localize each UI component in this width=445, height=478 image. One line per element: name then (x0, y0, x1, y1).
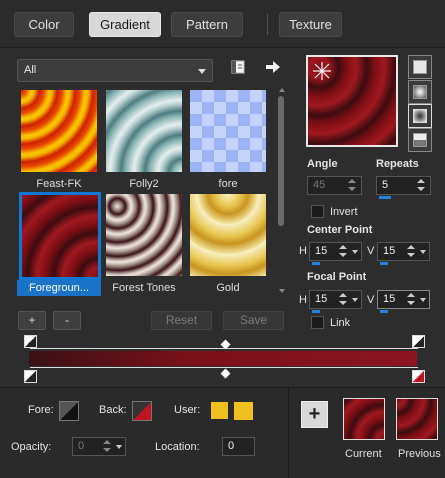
location-label: Location: (155, 441, 200, 453)
focal-h-value: 15 (315, 293, 328, 305)
focal-h-label: H (299, 294, 307, 306)
gallery-scrollbar[interactable] (278, 96, 284, 226)
focal-v-spinbox[interactable]: 15 (377, 290, 430, 313)
tab-pattern[interactable]: Pattern (171, 12, 243, 37)
tab-gradient[interactable]: Gradient (89, 12, 161, 37)
focal-v-value: 15 (383, 293, 396, 305)
gradient-thumb-feast-fk[interactable] (19, 88, 99, 174)
chevron-down-icon[interactable] (352, 250, 358, 254)
previous-swatch[interactable] (396, 398, 438, 440)
tab-texture[interactable]: Texture (279, 12, 342, 37)
center-point-label: Center Point (307, 224, 373, 236)
gradient-bar[interactable] (29, 351, 417, 366)
center-h-label: H (299, 245, 307, 257)
fore-label: Fore: (28, 404, 54, 416)
scroll-up-icon[interactable] (279, 88, 285, 92)
save-button[interactable]: Save (223, 311, 284, 330)
category-dropdown-value: All (24, 64, 37, 76)
invert-label: Invert (330, 206, 358, 218)
gradient-label: Folly2 (129, 178, 159, 190)
link-checkbox[interactable] (311, 316, 324, 329)
link-label: Link (330, 317, 351, 329)
user-swatch-2[interactable] (234, 402, 253, 420)
angle-label: Angle (307, 158, 338, 170)
gradient-label: Gold (216, 282, 240, 294)
linear-style-button[interactable] (408, 55, 432, 79)
chevron-down-icon[interactable] (352, 298, 358, 302)
back-label: Back: (99, 404, 127, 416)
sunburst-style-button[interactable] (408, 128, 432, 152)
tab-separator (267, 14, 268, 35)
remove-stop-button[interactable]: - (53, 311, 81, 330)
tab-bar: Color Gradient Pattern Texture (0, 0, 445, 48)
user-label: User: (174, 404, 201, 416)
gradient-label-selected: Foregroun... (17, 280, 101, 296)
previous-label: Previous (398, 448, 441, 460)
notebook-icon[interactable] (230, 59, 246, 75)
fore-swatch[interactable] (59, 401, 79, 421)
focal-h-spinbox[interactable]: 15 (309, 290, 362, 313)
location-field[interactable]: 0 (222, 437, 255, 456)
center-v-value: 15 (383, 245, 396, 257)
color-track (30, 367, 418, 368)
tab-color[interactable]: Color (14, 12, 74, 37)
opacity-track (30, 348, 418, 349)
angle-spinbox[interactable]: 45 (307, 176, 362, 195)
chevron-down-icon[interactable] (116, 445, 122, 449)
gradient-thumb-foreground[interactable] (19, 192, 101, 280)
repeats-label: Repeats (376, 158, 419, 170)
panel-separator (288, 388, 289, 478)
center-h-spinbox[interactable]: 15 (309, 242, 362, 265)
center-h-value: 15 (315, 245, 328, 257)
gradient-thumb-folly2[interactable] (104, 88, 184, 174)
gradient-label: fore (218, 178, 238, 190)
gradient-label: Feast-FK (36, 178, 82, 190)
color-stop-right[interactable] (412, 370, 425, 383)
chevron-down-icon (198, 69, 206, 74)
invert-checkbox[interactable] (311, 205, 324, 218)
opacity-stop-right[interactable] (412, 335, 425, 348)
chevron-down-icon[interactable] (420, 250, 426, 254)
gradient-thumb-forest-tones[interactable] (104, 192, 184, 278)
gradient-thumb-fore[interactable] (188, 88, 268, 174)
add-stop-button[interactable]: + (18, 311, 46, 330)
reset-button[interactable]: Reset (151, 311, 212, 330)
center-v-spinbox[interactable]: 15 (377, 242, 430, 265)
color-midpoint[interactable] (220, 368, 231, 379)
opacity-stop-left[interactable] (24, 335, 37, 348)
user-swatch-1[interactable] (211, 402, 228, 419)
arrow-right-icon[interactable] (264, 59, 282, 75)
opacity-spinbox[interactable]: 0 (72, 437, 126, 456)
star-icon[interactable] (312, 61, 332, 81)
center-v-label: V (367, 245, 375, 257)
gradient-label: Forest Tones (112, 282, 176, 294)
back-swatch[interactable] (132, 401, 152, 421)
opacity-value: 0 (78, 440, 85, 452)
rectangular-style-button[interactable] (408, 80, 432, 104)
gradient-preview (306, 55, 398, 147)
focal-point-label: Focal Point (307, 271, 367, 283)
scroll-down-icon[interactable] (279, 289, 285, 293)
plus-icon[interactable]: + (301, 401, 328, 428)
opacity-label: Opacity: (11, 441, 52, 453)
repeats-spinbox[interactable]: 5 (376, 176, 431, 199)
angle-value: 45 (313, 179, 326, 191)
location-value: 0 (228, 440, 235, 452)
current-swatch[interactable] (343, 398, 385, 440)
radial-style-button[interactable] (408, 104, 432, 128)
category-dropdown[interactable]: All (17, 59, 213, 82)
current-label: Current (345, 448, 382, 460)
gradient-thumb-gold[interactable] (188, 192, 268, 278)
chevron-down-icon[interactable] (420, 298, 426, 302)
color-stop-left[interactable] (24, 370, 37, 383)
repeats-value: 5 (382, 179, 389, 191)
focal-v-label: V (367, 294, 375, 306)
